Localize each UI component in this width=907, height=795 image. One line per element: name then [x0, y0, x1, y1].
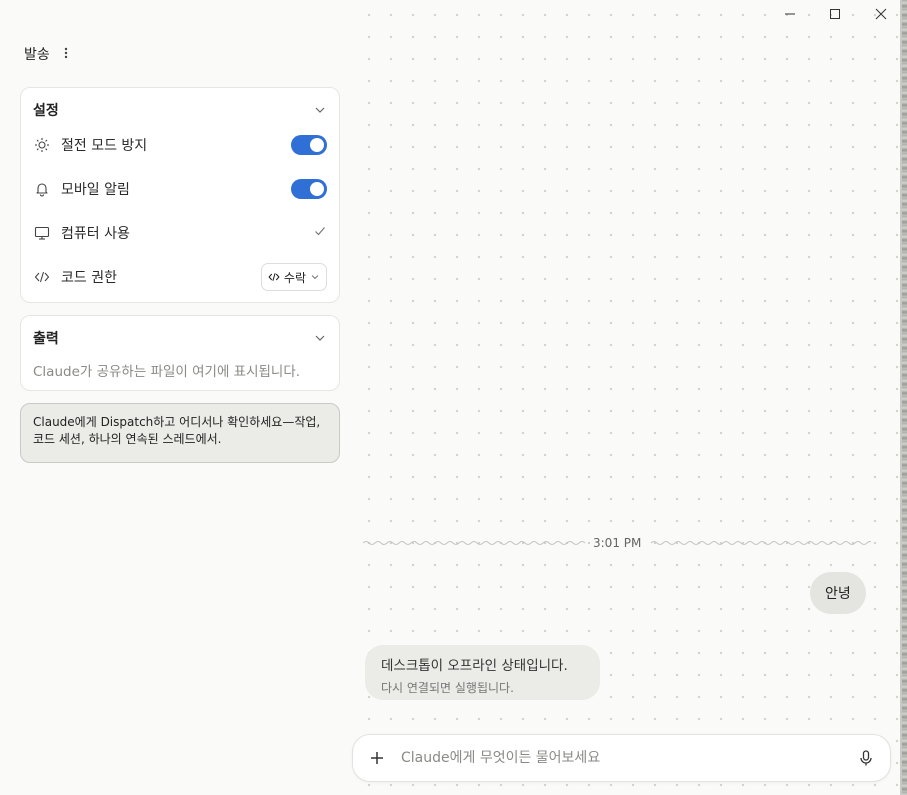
app-window: 발송 설정 절전 모드 방지 모바일 알림 컴퓨터 사용 코드 권한 수락 출력… [0, 0, 900, 795]
maximize-icon [830, 9, 840, 19]
close-icon [875, 8, 887, 20]
setting-label: 모바일 알림 [61, 182, 130, 198]
minimize-button[interactable] [767, 0, 813, 28]
add-attachment-icon[interactable] [367, 748, 387, 768]
dispatch-tip: Claude에게 Dispatch하고 어디서나 확인하세요—작업, 코드 세션… [20, 403, 340, 463]
setting-mobile-notifications: 모바일 알림 [33, 177, 327, 201]
microphone-icon[interactable] [856, 748, 876, 768]
message-input[interactable] [399, 749, 856, 767]
close-button[interactable] [858, 0, 900, 28]
chevron-down-icon [315, 107, 325, 113]
message-timestamp: 3:01 PM [593, 536, 642, 550]
mobile-notifications-toggle[interactable] [291, 179, 327, 199]
setting-code-permission: 코드 권한 수락 [33, 263, 327, 291]
panel-header: 발송 [24, 44, 72, 64]
message-composer [352, 734, 891, 782]
more-options-button[interactable] [60, 45, 72, 64]
chevron-down-icon [311, 275, 319, 280]
output-header[interactable]: 출력 [33, 328, 327, 348]
offline-status-title: 데스크톱이 오프라인 상태입니다. [381, 658, 568, 674]
time-divider: 3:01 PM [363, 534, 871, 552]
offline-status-subtitle: 다시 연결되면 실행됩니다. [381, 681, 514, 695]
user-message-bubble: 안녕 [810, 572, 866, 614]
sun-icon [33, 136, 51, 154]
code-icon [268, 273, 280, 281]
setting-prevent-sleep: 절전 모드 방지 [33, 133, 327, 157]
offline-status-message: 데스크톱이 오프라인 상태입니다. 다시 연결되면 실행됩니다. [365, 645, 600, 700]
code-permission-value: 수락 [283, 270, 306, 285]
page-title: 발송 [24, 47, 50, 63]
setting-label: 절전 모드 방지 [61, 138, 148, 154]
output-empty-text: Claude가 공유하는 파일이 여기에 표시됩니다. [33, 364, 301, 380]
setting-computer-use: 컴퓨터 사용 [33, 221, 327, 245]
settings-header[interactable]: 설정 [33, 100, 327, 120]
output-card: 출력 Claude가 공유하는 파일이 여기에 표시됩니다. [20, 315, 340, 391]
settings-title: 설정 [33, 103, 59, 119]
code-icon [33, 268, 51, 286]
window-edge-texture [902, 0, 907, 795]
monitor-icon [33, 224, 51, 242]
maximize-button[interactable] [812, 0, 858, 28]
output-title: 출력 [33, 331, 59, 347]
chevron-down-icon [315, 335, 325, 341]
bell-icon [33, 180, 51, 198]
checkmark-icon[interactable] [313, 224, 327, 242]
minimize-icon [785, 13, 795, 15]
code-permission-dropdown[interactable]: 수락 [260, 263, 327, 291]
kebab-menu-icon [64, 47, 67, 58]
setting-label: 코드 권한 [61, 270, 117, 286]
settings-card: 설정 절전 모드 방지 모바일 알림 컴퓨터 사용 코드 권한 수락 [20, 87, 340, 303]
setting-label: 컴퓨터 사용 [61, 226, 130, 242]
prevent-sleep-toggle[interactable] [291, 135, 327, 155]
